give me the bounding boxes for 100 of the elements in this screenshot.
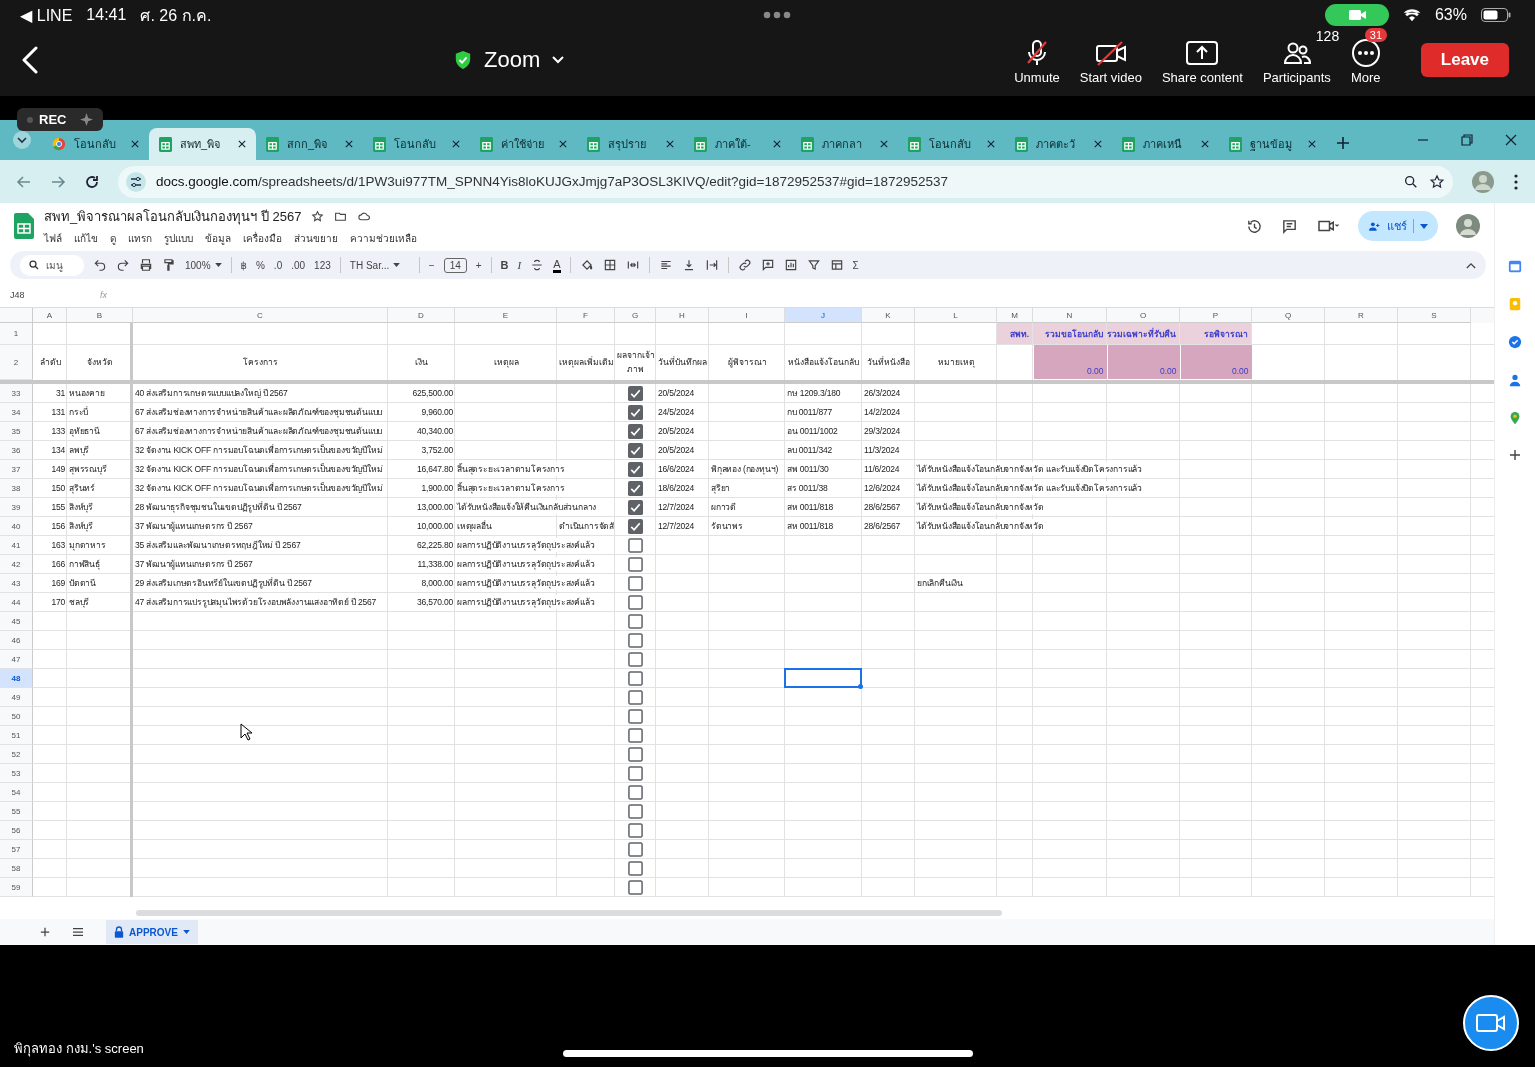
- row-number[interactable]: 41: [0, 536, 33, 555]
- close-icon[interactable]: [1308, 140, 1316, 148]
- checkbox[interactable]: [628, 481, 643, 496]
- map-pin-icon[interactable]: [1508, 411, 1522, 425]
- paint-bucket-icon[interactable]: [579, 258, 594, 272]
- add-comment-icon[interactable]: [760, 258, 775, 272]
- close-icon[interactable]: [345, 140, 353, 148]
- row-number[interactable]: 1: [0, 323, 33, 345]
- column-header[interactable]: J: [785, 308, 862, 323]
- checkbox[interactable]: [628, 500, 643, 515]
- calendar-icon[interactable]: [1508, 259, 1522, 273]
- menu-item[interactable]: แก้ไข: [74, 231, 98, 246]
- close-icon[interactable]: [1505, 134, 1517, 146]
- close-icon[interactable]: [773, 140, 781, 148]
- checkbox[interactable]: [628, 652, 643, 667]
- font-dropdown[interactable]: TH Sar...: [349, 259, 410, 271]
- checkbox[interactable]: [628, 443, 643, 458]
- row-number[interactable]: 43: [0, 574, 33, 593]
- row-number[interactable]: 33: [0, 384, 33, 403]
- decrease-decimal[interactable]: .0: [273, 259, 283, 271]
- increase-size[interactable]: +: [475, 259, 482, 271]
- close-icon[interactable]: [880, 140, 888, 148]
- undo-icon[interactable]: [93, 258, 107, 272]
- checkbox[interactable]: [628, 633, 643, 648]
- row-number[interactable]: 38: [0, 479, 33, 498]
- site-settings-icon[interactable]: [126, 171, 146, 192]
- browser-tab[interactable]: สกก_พิจ: [256, 128, 363, 160]
- row-number[interactable]: 59: [0, 878, 33, 897]
- row-number[interactable]: 57: [0, 840, 33, 859]
- caret-icon[interactable]: [182, 930, 190, 934]
- menu-item[interactable]: ข้อมูล: [205, 231, 231, 246]
- sparkle-icon[interactable]: [80, 113, 94, 126]
- checkbox[interactable]: [628, 880, 643, 895]
- checkbox[interactable]: [628, 614, 643, 629]
- wrap-icon[interactable]: [704, 258, 719, 272]
- close-icon[interactable]: [666, 140, 674, 148]
- menu-item[interactable]: รูปแบบ: [164, 231, 193, 246]
- document-title[interactable]: สพท_พิจารณาผลโอนกลับเงินกองทุนฯ ปี 2567: [44, 206, 302, 227]
- currency-format[interactable]: ฿: [240, 259, 247, 271]
- row-number[interactable]: 49: [0, 688, 33, 707]
- percent-format[interactable]: %: [255, 259, 265, 271]
- checkbox[interactable]: [628, 595, 643, 610]
- menu-item[interactable]: ดู: [110, 231, 116, 246]
- checkbox[interactable]: [628, 842, 643, 857]
- account-avatar[interactable]: [1456, 214, 1480, 238]
- row-number[interactable]: 2: [0, 345, 33, 380]
- checkbox[interactable]: [628, 747, 643, 762]
- video-control[interactable]: Start video: [1071, 27, 1150, 85]
- row-number[interactable]: 54: [0, 783, 33, 802]
- new-tab-icon[interactable]: [1336, 136, 1350, 150]
- address-bar[interactable]: docs.google.com/spreadsheets/d/1PW3ui977TM_SPNN4Yis8loKUJGxJmjg7aP3OSL3KIVQ/edit?gid=1872952537#gid=1872952537: [118, 165, 1453, 198]
- close-icon[interactable]: [131, 140, 139, 148]
- browser-tab[interactable]: ภาคตะวั: [1005, 128, 1112, 160]
- row-number[interactable]: 48: [0, 669, 33, 688]
- number-format[interactable]: 123: [314, 259, 331, 271]
- more-control[interactable]: 31 More: [1342, 27, 1389, 85]
- star-icon[interactable]: [311, 210, 325, 223]
- increase-decimal[interactable]: .00: [291, 259, 306, 271]
- contacts-icon[interactable]: [1508, 373, 1522, 387]
- menu-item[interactable]: ไฟล์: [44, 231, 62, 246]
- menu-item[interactable]: เครื่องมือ: [243, 231, 282, 246]
- camera-button[interactable]: [1463, 995, 1519, 1051]
- back-to-app[interactable]: ◀ LINE: [20, 5, 73, 25]
- sheets-logo-icon[interactable]: [14, 213, 34, 239]
- add-icon[interactable]: [1509, 449, 1521, 461]
- close-icon[interactable]: [1201, 140, 1209, 148]
- checkbox[interactable]: [628, 766, 643, 781]
- checkbox[interactable]: [628, 462, 643, 477]
- row-number[interactable]: 35: [0, 422, 33, 441]
- zoom-dropdown[interactable]: 100%: [185, 259, 222, 271]
- tab-search-icon[interactable]: [12, 130, 32, 150]
- caret-icon[interactable]: [1420, 223, 1428, 229]
- forward-icon[interactable]: [50, 173, 66, 190]
- row-number[interactable]: 50: [0, 707, 33, 726]
- menu-item[interactable]: ความช่วยเหลือ: [350, 231, 417, 246]
- row-number[interactable]: 45: [0, 612, 33, 631]
- functions-button[interactable]: Σ: [852, 259, 859, 271]
- share-control[interactable]: Share content: [1153, 27, 1251, 85]
- browser-tab[interactable]: ภาคใต้-: [684, 128, 791, 160]
- browser-tab[interactable]: สรุปราย: [577, 128, 684, 160]
- comment-icon[interactable]: [1281, 217, 1298, 235]
- checkbox[interactable]: [628, 861, 643, 876]
- checkbox[interactable]: [628, 690, 643, 705]
- close-icon[interactable]: [238, 140, 246, 148]
- tasks-icon[interactable]: [1508, 335, 1522, 349]
- align-icon[interactable]: [658, 258, 673, 272]
- checkbox[interactable]: [628, 538, 643, 553]
- checkbox[interactable]: [628, 785, 643, 800]
- checkbox[interactable]: [628, 405, 643, 420]
- browser-tab[interactable]: สพท_พิจ: [149, 128, 256, 160]
- checkbox[interactable]: [628, 576, 643, 591]
- meeting-title[interactable]: Zoom: [484, 47, 541, 73]
- search-icon[interactable]: [1403, 173, 1419, 190]
- row-number[interactable]: 36: [0, 441, 33, 460]
- browser-tab[interactable]: โอนกลับ: [363, 128, 470, 160]
- browser-tab[interactable]: โอนกลับ: [42, 128, 149, 160]
- folder-icon[interactable]: [334, 210, 348, 223]
- table-icon[interactable]: [829, 258, 844, 272]
- menu-icon[interactable]: [1513, 172, 1519, 191]
- name-box[interactable]: J48: [10, 290, 60, 300]
